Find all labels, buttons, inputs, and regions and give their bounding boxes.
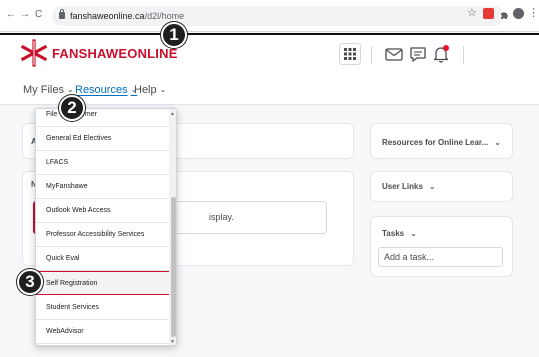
apps-grid-icon[interactable] — [339, 43, 361, 65]
scroll-down-icon[interactable]: ▼ — [170, 339, 175, 345]
resources-dropdown-menu: File Transformer General Ed Electives LF… — [35, 108, 177, 346]
menu-item-self-registration[interactable]: Self Registration — [36, 271, 169, 295]
browser-toolbar: ← → C fanshaweonline.ca/d2l/home ☆ ⋮ — [0, 0, 539, 32]
header-divider — [371, 46, 372, 64]
lock-icon — [59, 9, 65, 19]
star-icon[interactable]: ☆ — [467, 7, 477, 19]
menu-item-webadvisor[interactable]: WebAdvisor — [36, 320, 169, 344]
add-task-input[interactable] — [378, 247, 503, 267]
user-links-title[interactable]: User Links ⌄ — [382, 182, 436, 192]
menu-item-quick-eval[interactable]: Quick Eval — [36, 247, 169, 271]
forward-icon[interactable]: → — [20, 9, 30, 21]
chat-icon[interactable] — [407, 43, 429, 65]
menu-item-file-transformer[interactable]: File Transformer — [36, 109, 169, 127]
menu-icon[interactable]: ⋮ — [528, 7, 539, 19]
message-icon[interactable] — [383, 43, 405, 65]
menu-item-student-services[interactable]: Student Services — [36, 296, 169, 320]
menu-item-myfanshawe[interactable]: MyFanshawe — [36, 175, 169, 199]
site-header: FANSHAWEONLINE — [0, 35, 539, 75]
fanshawe-logo-icon[interactable] — [19, 38, 49, 68]
chevron-down-icon: ⌄ — [159, 85, 167, 94]
callout-2: 2 — [59, 95, 85, 121]
pdf-extension-icon[interactable] — [483, 8, 494, 19]
scroll-up-icon[interactable]: ▲ — [170, 111, 175, 117]
menu-scrollbar-thumb[interactable] — [171, 197, 176, 337]
callout-1: 1 — [161, 22, 187, 48]
menu-item-general-ed-electives[interactable]: General Ed Electives — [36, 127, 169, 151]
header-divider — [463, 46, 464, 64]
menu-item-professor-accessibility-services[interactable]: Professor Accessibility Services — [36, 223, 169, 247]
callout-3: 3 — [17, 269, 43, 295]
chevron-down-icon: ⌄ — [66, 85, 74, 94]
bell-icon[interactable] — [430, 43, 452, 65]
brand-name[interactable]: FANSHAWEONLINE — [52, 46, 178, 61]
nav-help[interactable]: Help ⌄ — [134, 83, 166, 98]
menu-item-lfacs[interactable]: LFACS — [36, 151, 169, 175]
nav-resources[interactable]: Resources ⌄ — [75, 83, 137, 98]
back-icon[interactable]: ← — [6, 9, 16, 21]
chevron-down-icon: ⌄ — [428, 182, 436, 191]
address-bar[interactable]: fanshaweonline.ca/d2l/home — [52, 6, 504, 26]
reload-icon[interactable]: C — [35, 9, 42, 21]
chevron-down-icon: ⌄ — [494, 138, 501, 147]
tasks-title[interactable]: Tasks ⌄ — [382, 229, 417, 239]
url-text[interactable]: fanshaweonline.ca/d2l/home — [70, 10, 184, 22]
resources-online-title[interactable]: Resources for Online Lear... ⌄ — [382, 138, 501, 148]
profile-icon[interactable] — [513, 8, 524, 19]
extension-icon[interactable] — [499, 8, 510, 19]
no-items-text: isplay. — [209, 212, 234, 222]
menu-item-outlook-web-access[interactable]: Outlook Web Access — [36, 199, 169, 223]
chevron-down-icon: ⌄ — [410, 229, 417, 238]
